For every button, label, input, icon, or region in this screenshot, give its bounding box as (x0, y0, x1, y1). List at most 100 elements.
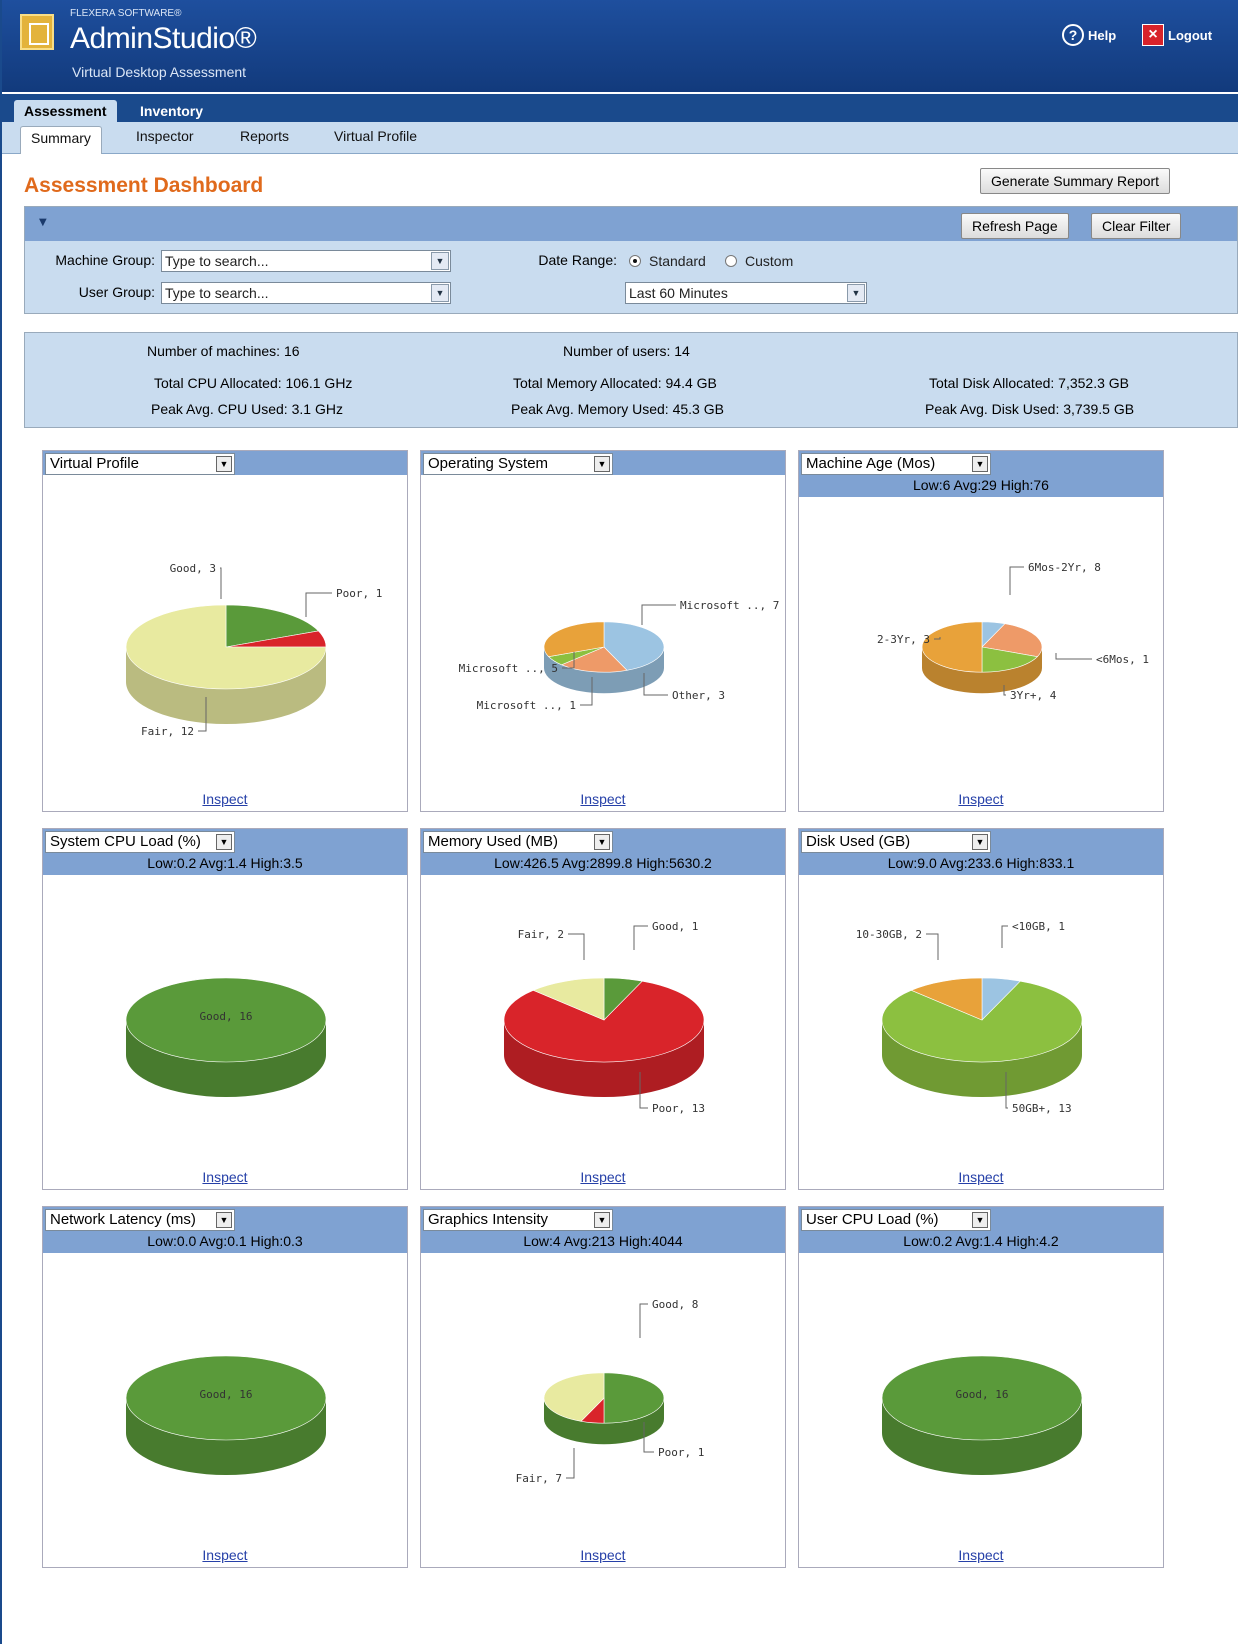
user-group-label: User Group: (78, 284, 155, 300)
dropdown-arrow-icon[interactable]: ▼ (972, 1212, 988, 1228)
refresh-page-button[interactable]: Refresh Page (961, 213, 1069, 239)
subtab-summary[interactable]: Summary (20, 126, 102, 154)
panel-title: Network Latency (ms) (50, 1211, 196, 1228)
dropdown-arrow-icon[interactable]: ▼ (216, 1212, 232, 1228)
clear-filter-button[interactable]: Clear Filter (1091, 213, 1182, 239)
panel-title: Operating System (428, 455, 549, 472)
panel-stats: Low:0.2 Avg:1.4 High:4.2 (799, 1231, 1163, 1253)
panel-metric-select[interactable]: Machine Age (Mos) ▼ (801, 453, 991, 475)
panel-header: User CPU Load (%) ▼ (799, 1207, 1163, 1231)
dropdown-arrow-icon[interactable]: ▼ (594, 834, 610, 850)
inspect-link[interactable]: Inspect (43, 1169, 407, 1185)
date-range-select[interactable]: Last 60 Minutes ▼ (625, 282, 867, 304)
panel-metric-select[interactable]: Operating System ▼ (423, 453, 613, 475)
chart-panel: Memory Used (MB) ▼ Low:426.5 Avg:2899.8 Hi… (420, 828, 786, 1190)
custom-radio[interactable]: Custom (725, 253, 793, 269)
dropdown-arrow-icon[interactable]: ▼ (972, 456, 988, 472)
pie-data-label: Good, 8 (652, 1298, 698, 1311)
pie-data-label: Good, 16 (956, 1388, 1009, 1401)
machine-group-field[interactable]: Type to search... ▼ (161, 250, 451, 272)
sub-tabbar: Summary Inspector Reports Virtual Profil… (2, 122, 1238, 154)
panel-stats: Low:426.5 Avg:2899.8 High:5630.2 (421, 853, 785, 875)
user-group-field[interactable]: Type to search... ▼ (161, 282, 451, 304)
panel-title: User CPU Load (%) (806, 1211, 939, 1228)
panel-metric-select[interactable]: Network Latency (ms) ▼ (45, 1209, 235, 1231)
chart-panel: Machine Age (Mos) ▼ Low:6 Avg:29 High:76 <6… (798, 450, 1164, 812)
panel-stats: Low:6 Avg:29 High:76 (799, 475, 1163, 497)
subtab-reports[interactable]: Reports (240, 128, 289, 144)
panel-title: Virtual Profile (50, 455, 139, 472)
tab-inventory[interactable]: Inventory (130, 100, 213, 122)
panel-metric-select[interactable]: User CPU Load (%) ▼ (801, 1209, 991, 1231)
pie-data-label: <10GB, 1 (1012, 920, 1065, 933)
panel-stats: Low:0.2 Avg:1.4 High:3.5 (43, 853, 407, 875)
panel-title: Graphics Intensity (428, 1211, 549, 1228)
pie-data-label: Poor, 1 (658, 1446, 704, 1459)
summary-stats-panel: Number of machines: 16 Number of users: … (24, 332, 1238, 428)
machines-count: Number of machines: 16 (147, 343, 300, 359)
pie-chart: Good, 3 Poor, 1 Fair, 12 (125, 562, 382, 738)
panel-title: Memory Used (MB) (428, 833, 559, 850)
dropdown-arrow-icon[interactable]: ▼ (847, 284, 865, 302)
subtab-virtual-profile[interactable]: Virtual Profile (334, 128, 417, 144)
pie-data-label: Good, 3 (170, 562, 216, 575)
date-range-value: Last 60 Minutes (629, 285, 728, 301)
pie-data-label: Fair, 2 (518, 928, 564, 941)
label-leader-line (926, 933, 939, 960)
app-logo-icon (20, 14, 54, 50)
chart-panel: System CPU Load (%) ▼ Low:0.2 Avg:1.4 High… (42, 828, 408, 1190)
dropdown-arrow-icon[interactable]: ▼ (972, 834, 988, 850)
subtab-inspector[interactable]: Inspector (136, 128, 194, 144)
help-link[interactable]: ? Help (1062, 24, 1116, 46)
inspect-link[interactable]: Inspect (799, 791, 1163, 807)
tab-assessment[interactable]: Assessment (14, 100, 117, 122)
label-leader-line (1055, 653, 1092, 660)
panel-metric-select[interactable]: Memory Used (MB) ▼ (423, 831, 613, 853)
inspect-link[interactable]: Inspect (421, 1169, 785, 1185)
dropdown-arrow-icon[interactable]: ▼ (431, 252, 449, 270)
inspect-link[interactable]: Inspect (421, 1547, 785, 1563)
pie-data-label: Good, 16 (200, 1388, 253, 1401)
panel-header: System CPU Load (%) ▼ (43, 829, 407, 853)
panel-metric-select[interactable]: Graphics Intensity ▼ (423, 1209, 613, 1231)
label-leader-line (305, 592, 332, 617)
inspect-link[interactable]: Inspect (799, 1547, 1163, 1563)
help-label: Help (1088, 27, 1117, 43)
pie-data-label: Fair, 7 (516, 1472, 562, 1485)
collapse-arrow-icon[interactable]: ▼ (39, 217, 47, 228)
panel-metric-select[interactable]: Virtual Profile ▼ (45, 453, 235, 475)
dropdown-arrow-icon[interactable]: ▼ (594, 1212, 610, 1228)
logout-link[interactable]: × Logout (1142, 24, 1212, 46)
dropdown-arrow-icon[interactable]: ▼ (594, 456, 610, 472)
pie-data-label: 3Yr+, 4 (1010, 689, 1057, 702)
generate-summary-report-button[interactable]: Generate Summary Report (980, 168, 1171, 194)
inspect-link[interactable]: Inspect (43, 1547, 407, 1563)
cpu-used: Peak Avg. CPU Used: 3.1 GHz (151, 401, 343, 417)
panel-metric-select[interactable]: System CPU Load (%) ▼ (45, 831, 235, 853)
pie-chart: Good, 8 Poor, 1 Fair, 7 (516, 1298, 705, 1485)
standard-radio[interactable]: Standard (629, 253, 706, 269)
label-leader-line (633, 925, 648, 950)
label-leader-line (1009, 566, 1024, 595)
pie-data-label: Fair, 12 (141, 725, 194, 738)
pie-data-label: 50GB+, 13 (1012, 1102, 1072, 1115)
inspect-link[interactable]: Inspect (421, 791, 785, 807)
inspect-link[interactable]: Inspect (43, 791, 407, 807)
dropdown-arrow-icon[interactable]: ▼ (216, 834, 232, 850)
custom-label: Custom (745, 253, 794, 269)
dropdown-arrow-icon[interactable]: ▼ (216, 456, 232, 472)
panel-header: Operating System ▼ (421, 451, 785, 475)
panel-metric-select[interactable]: Disk Used (GB) ▼ (801, 831, 991, 853)
pie-data-label: 2-3Yr, 3 (877, 633, 930, 646)
inspect-link[interactable]: Inspect (799, 1169, 1163, 1185)
panel-stats: Low:4 Avg:213 High:4044 (421, 1231, 785, 1253)
date-range-label: Date Range: (538, 252, 617, 268)
pie-chart: Good, 16 (125, 1355, 327, 1475)
label-leader-line (220, 567, 222, 599)
pie-chart: <6Mos, 1 3Yr+, 4 2-3Yr, 3 6Mos-2Yr, 8 (877, 561, 1149, 702)
panel-header: Graphics Intensity ▼ (421, 1207, 785, 1231)
product-subtitle: Virtual Desktop Assessment (72, 64, 247, 80)
dropdown-arrow-icon[interactable]: ▼ (431, 284, 449, 302)
panel-header: Virtual Profile ▼ (43, 451, 407, 475)
panel-title: Machine Age (Mos) (806, 455, 936, 472)
